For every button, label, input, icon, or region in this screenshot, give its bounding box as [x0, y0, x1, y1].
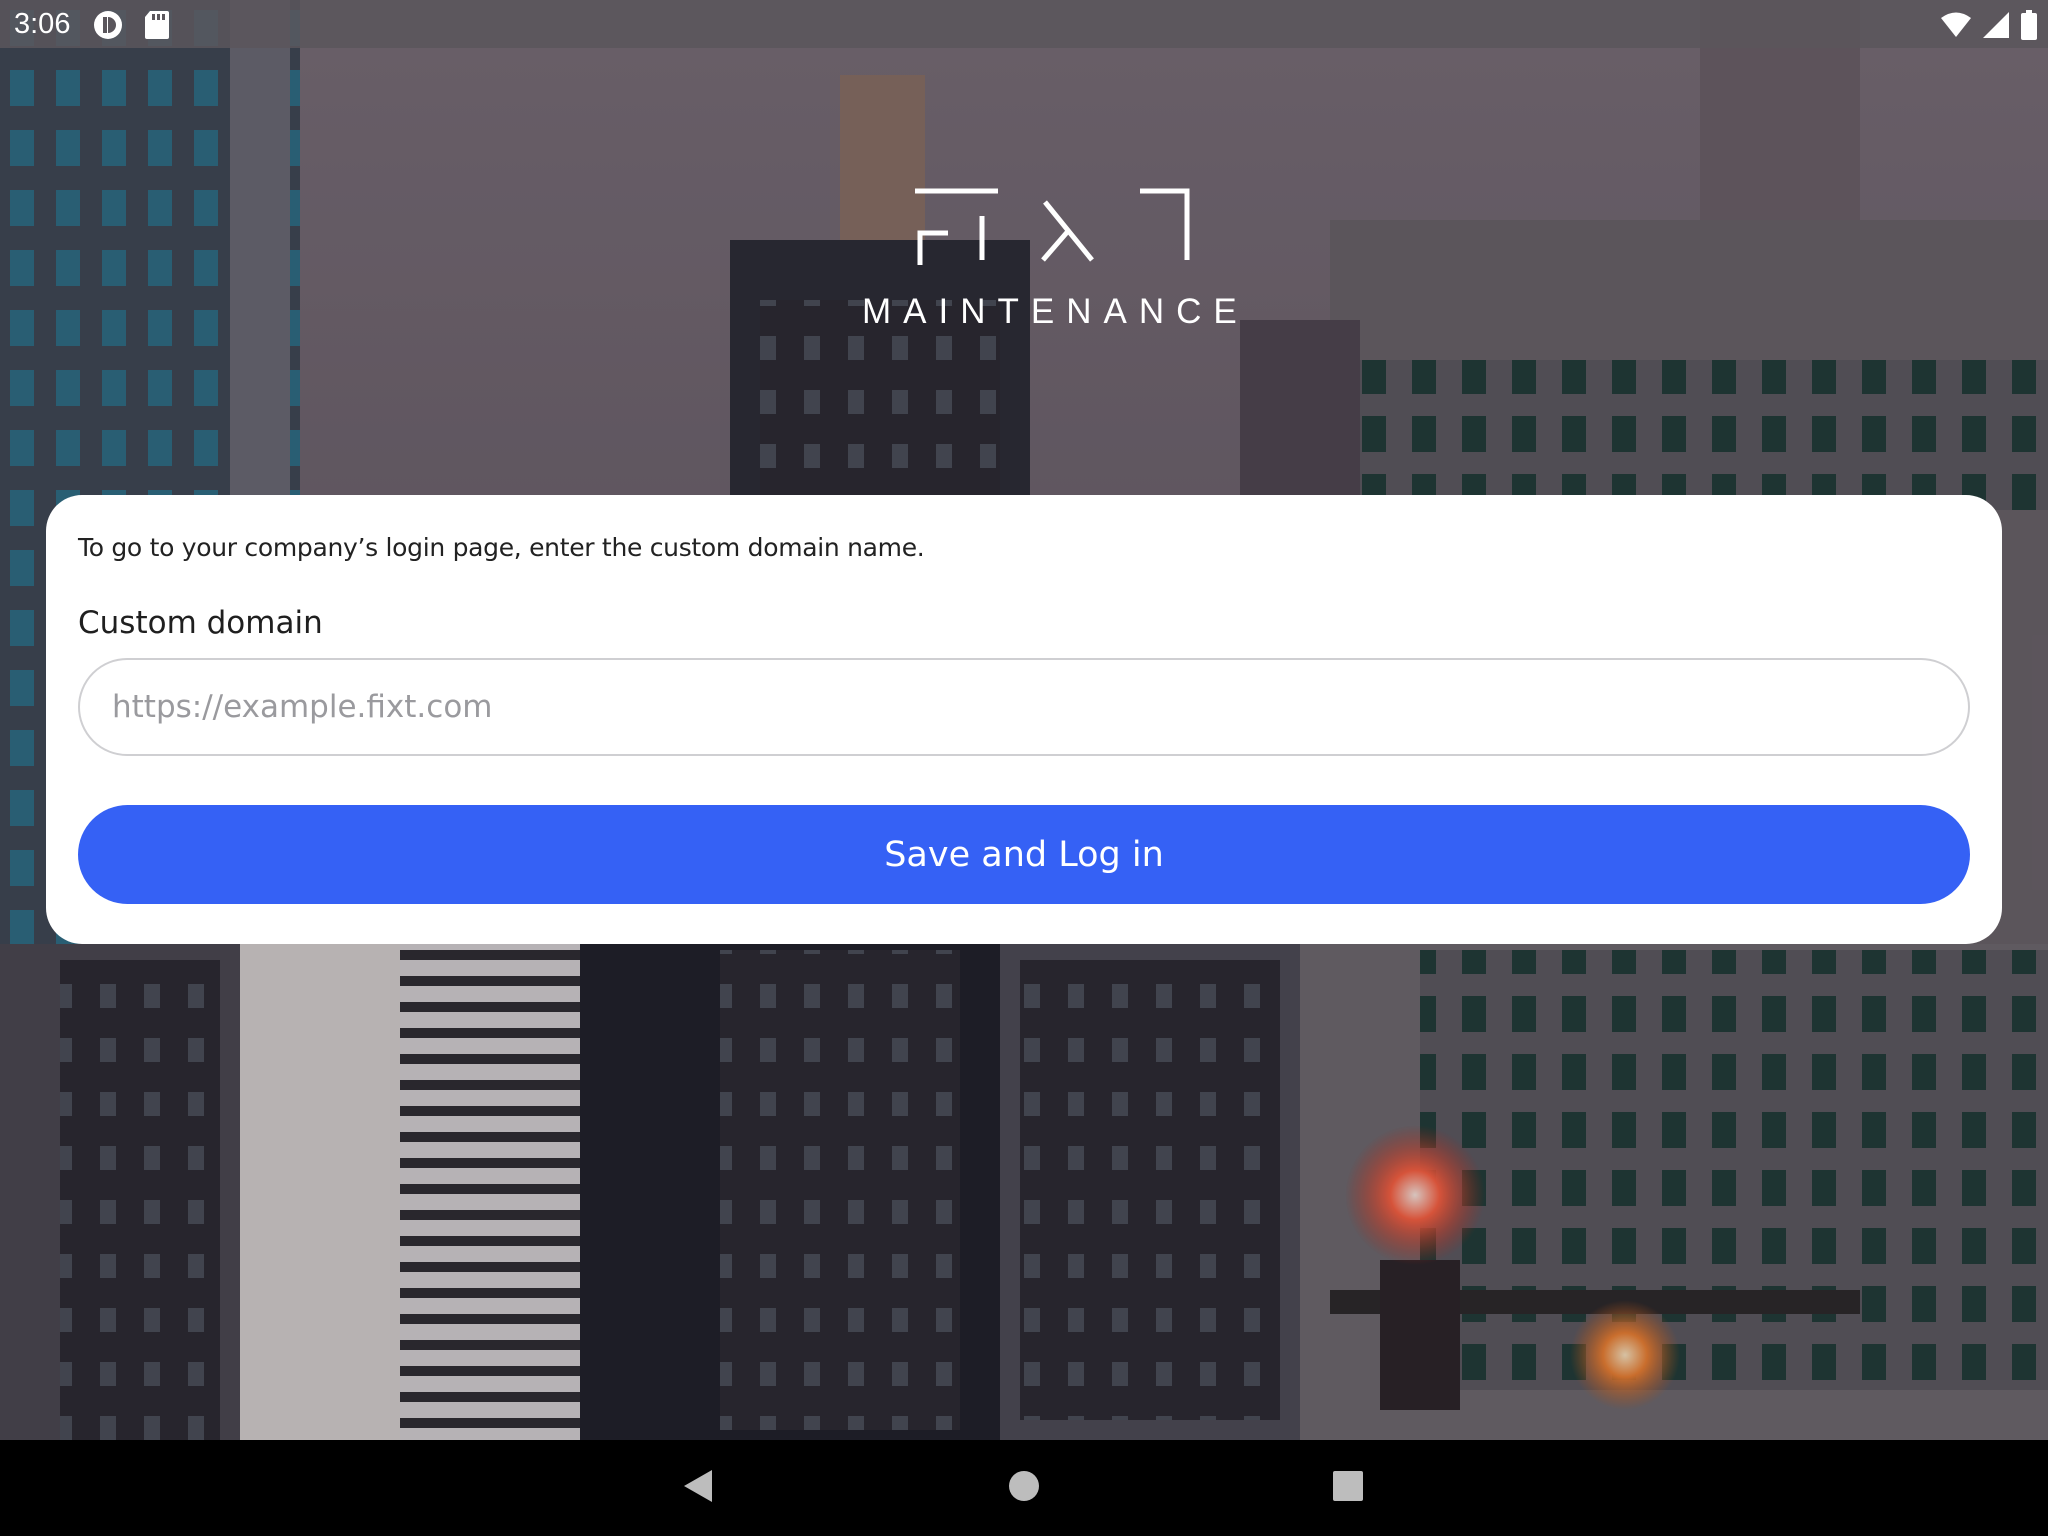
nav-home-button[interactable] [976, 1440, 1072, 1536]
recents-icon [1333, 1470, 1363, 1506]
logo-subtitle: MAINTENANCE [862, 292, 1249, 331]
cell-signal-icon [1982, 11, 2010, 44]
custom-domain-input[interactable] [78, 658, 1970, 756]
sd-card-icon [144, 10, 170, 45]
wifi-icon [1940, 11, 1972, 44]
nav-recents-button[interactable] [1300, 1440, 1396, 1536]
status-bar: 3:06 [0, 0, 2048, 48]
custom-domain-label: Custom domain [78, 605, 323, 641]
home-icon [1008, 1470, 1040, 1507]
domain-card: To go to your company’s login page, ente… [46, 495, 2002, 944]
nav-back-button[interactable] [650, 1440, 746, 1536]
vpn-key-icon [92, 9, 124, 46]
instruction-text: To go to your company’s login page, ente… [78, 533, 925, 562]
save-and-login-button[interactable]: Save and Log in [78, 805, 1970, 904]
navigation-bar [0, 1440, 2048, 1536]
back-icon [682, 1469, 714, 1508]
battery-icon [2020, 10, 2038, 45]
login-screen: 3:06 MAINTENANCE To go to your company’s… [0, 0, 2048, 1536]
status-time: 3:06 [14, 8, 71, 40]
